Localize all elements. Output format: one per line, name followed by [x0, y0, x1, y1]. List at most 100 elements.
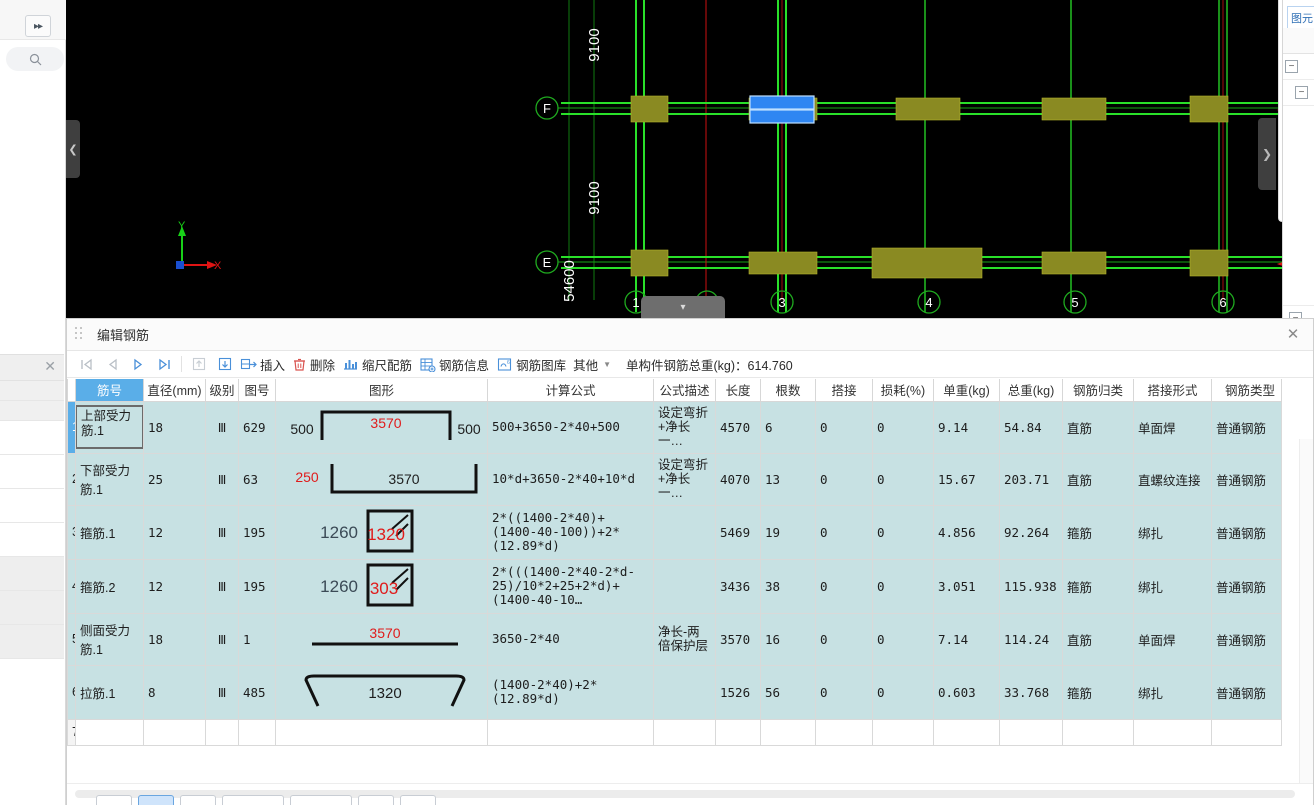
- column-header-11[interactable]: 单重(kg): [933, 379, 1000, 402]
- cell-empty[interactable]: [760, 719, 816, 746]
- cell-total-weight[interactable]: 33.768: [999, 665, 1063, 720]
- column-header-0[interactable]: 筋号: [75, 379, 144, 402]
- column-header-3[interactable]: 图号: [238, 379, 276, 402]
- other-menu-button[interactable]: 其他 ▼: [571, 353, 616, 375]
- cell-diameter[interactable]: 12: [143, 505, 206, 560]
- row-number[interactable]: 6: [67, 665, 76, 720]
- cell-count[interactable]: 6: [760, 401, 816, 454]
- scale-rebar-button[interactable]: 缩尺配筋: [340, 353, 417, 375]
- cell-shape[interactable]: 1260 303: [275, 559, 488, 614]
- cell-rebar-name[interactable]: 侧面受力筋.1: [75, 613, 144, 666]
- cell-rebar-type[interactable]: 普通钢筋: [1211, 613, 1282, 666]
- list-item[interactable]: [0, 557, 64, 591]
- cell-empty[interactable]: [999, 719, 1063, 746]
- cell-rebar-type[interactable]: 普通钢筋: [1211, 505, 1282, 560]
- cell-desc[interactable]: 设定弯折+净长一…: [653, 453, 716, 506]
- bottom-button-1[interactable]: [96, 795, 132, 805]
- cell-unit-weight[interactable]: 7.14: [933, 613, 1000, 666]
- cell-unit-weight[interactable]: 3.051: [933, 559, 1000, 614]
- cell-empty[interactable]: [275, 719, 488, 746]
- prev-page-icon[interactable]: [99, 353, 125, 375]
- cell-formula[interactable]: (1400-2*40)+2*(12.89*d): [487, 665, 654, 720]
- cell-count[interactable]: 56: [760, 665, 816, 720]
- cell-rebar-name[interactable]: 箍筋.2: [75, 559, 144, 614]
- viewport-right-expand-handle[interactable]: ❯: [1258, 118, 1276, 190]
- row-number[interactable]: 5: [67, 613, 76, 666]
- cell-total-weight[interactable]: 115.938: [999, 559, 1063, 614]
- table-row[interactable]: 1 上部受力筋.1 18 Ⅲ 629 500 500 3570: [67, 401, 1282, 454]
- list-item[interactable]: [0, 455, 64, 489]
- rebar-name-input[interactable]: 上部受力筋.1: [76, 405, 143, 449]
- list-item[interactable]: [0, 591, 64, 625]
- expand-right-icon[interactable]: ▸▸: [25, 15, 51, 37]
- delete-button[interactable]: 删除: [290, 353, 340, 375]
- cell-formula[interactable]: 500+3650-2*40+500: [487, 401, 654, 454]
- tree-row[interactable]: [1283, 106, 1314, 306]
- dialog-titlebar[interactable]: 编辑钢筋 ✕: [67, 319, 1313, 351]
- bottom-button-7[interactable]: [400, 795, 436, 805]
- cell-count[interactable]: 19: [760, 505, 816, 560]
- cell-loss[interactable]: 0: [872, 559, 934, 614]
- column-header-4[interactable]: 图形: [275, 379, 488, 402]
- column-header-15[interactable]: 钢筋类型: [1211, 379, 1282, 402]
- list-item[interactable]: [0, 421, 64, 455]
- cell-length[interactable]: 4070: [715, 453, 761, 506]
- cell-count[interactable]: 16: [760, 613, 816, 666]
- cell-lap-type[interactable]: 绑扎: [1133, 665, 1212, 720]
- cell-shape[interactable]: 1320: [275, 665, 488, 720]
- tab-elements[interactable]: 图元: [1287, 6, 1314, 28]
- close-icon[interactable]: ✕: [44, 359, 56, 373]
- table-row[interactable]: 5 侧面受力筋.1 18 Ⅲ 1 3570 3650-2*40 净长-两倍保护层…: [67, 613, 1282, 666]
- cell-loss[interactable]: 0: [872, 505, 934, 560]
- bottom-button-6[interactable]: [358, 795, 394, 805]
- column-header-9[interactable]: 搭接: [815, 379, 873, 402]
- cell-count[interactable]: 38: [760, 559, 816, 614]
- cell-lap[interactable]: 0: [815, 665, 873, 720]
- cell-length[interactable]: 4570: [715, 401, 761, 454]
- cell-desc[interactable]: [653, 559, 716, 614]
- cell-category[interactable]: 直筋: [1062, 613, 1134, 666]
- cell-desc[interactable]: 净长-两倍保护层: [653, 613, 716, 666]
- cell-empty[interactable]: [815, 719, 873, 746]
- row-number[interactable]: 4: [67, 559, 76, 614]
- cell-empty[interactable]: [205, 719, 239, 746]
- cell-rebar-type[interactable]: 普通钢筋: [1211, 559, 1282, 614]
- vertical-scrollbar[interactable]: [1299, 439, 1313, 783]
- cell-grade[interactable]: Ⅲ: [205, 613, 239, 666]
- cell-formula[interactable]: 2*(((1400-2*40-2*d-25)/10*2+25+2*d)+(140…: [487, 559, 654, 614]
- cell-rebar-name[interactable]: 下部受力筋.1: [75, 453, 144, 506]
- viewport-left-collapse-handle[interactable]: ❮: [66, 120, 80, 178]
- row-number[interactable]: 3: [67, 505, 76, 560]
- cell-total-weight[interactable]: 203.71: [999, 453, 1063, 506]
- column-header-12[interactable]: 总重(kg): [999, 379, 1063, 402]
- list-item[interactable]: [0, 625, 64, 659]
- column-header-1[interactable]: 直径(mm): [143, 379, 206, 402]
- cell-category[interactable]: 箍筋: [1062, 505, 1134, 560]
- list-item[interactable]: [0, 523, 64, 557]
- cell-shape[interactable]: 1260 1320: [275, 505, 488, 560]
- cell-loss[interactable]: 0: [872, 613, 934, 666]
- cell-shape-no[interactable]: 63: [238, 453, 276, 506]
- cell-lap[interactable]: 0: [815, 401, 873, 454]
- cell-empty[interactable]: [715, 719, 761, 746]
- bottom-button-4[interactable]: [222, 795, 284, 805]
- cell-unit-weight[interactable]: 15.67: [933, 453, 1000, 506]
- column-header-6[interactable]: 公式描述: [653, 379, 716, 402]
- cell-shape[interactable]: 3570: [275, 613, 488, 666]
- first-page-icon[interactable]: [73, 353, 99, 375]
- bottom-button-3[interactable]: [180, 795, 216, 805]
- move-down-icon[interactable]: [212, 353, 238, 375]
- viewport-bottom-collapse-handle[interactable]: ▾: [641, 296, 725, 318]
- cell-formula[interactable]: 3650-2*40: [487, 613, 654, 666]
- cell-length[interactable]: 5469: [715, 505, 761, 560]
- cell-rebar-type[interactable]: 普通钢筋: [1211, 453, 1282, 506]
- drag-handle-icon[interactable]: [75, 326, 85, 343]
- cell-total-weight[interactable]: 92.264: [999, 505, 1063, 560]
- bottom-button-2[interactable]: [138, 795, 174, 805]
- cell-rebar-name[interactable]: 拉筋.1: [75, 665, 144, 720]
- cell-empty[interactable]: [487, 719, 654, 746]
- column-header-13[interactable]: 钢筋归类: [1062, 379, 1134, 402]
- cell-grade[interactable]: Ⅲ: [205, 505, 239, 560]
- column-header-8[interactable]: 根数: [760, 379, 816, 402]
- cell-unit-weight[interactable]: 4.856: [933, 505, 1000, 560]
